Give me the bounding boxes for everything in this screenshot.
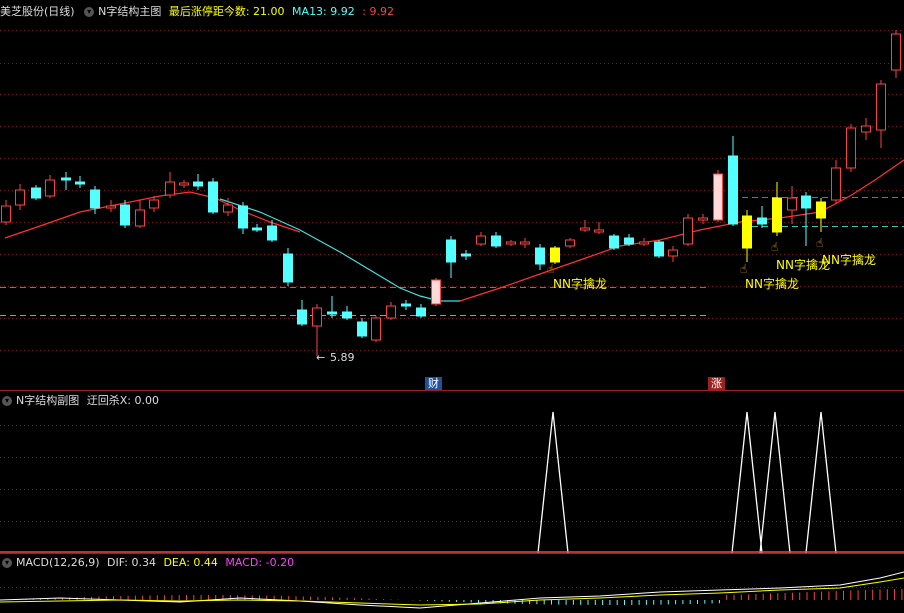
- candlestick-series[interactable]: [1, 30, 901, 356]
- signal-label-4: NN字擒龙: [822, 253, 876, 267]
- hand-pointer-icon: ☝: [771, 240, 779, 254]
- low-price-arrow: ←: [316, 351, 325, 364]
- grid-lines: [0, 30, 904, 588]
- marker-zhang[interactable]: 涨: [708, 377, 725, 390]
- hand-pointer-icon: ☝: [740, 262, 748, 276]
- hand-pointer-icon: ☝: [547, 262, 555, 276]
- macd-dif-line[interactable]: [0, 571, 904, 609]
- ma-line[interactable]: [4, 191, 301, 239]
- signal-label-2: NN字擒龙: [745, 277, 799, 291]
- ma-line-cyan[interactable]: [219, 198, 460, 302]
- sub-chart-signals[interactable]: [537, 411, 837, 554]
- low-price-label: 5.89: [330, 351, 355, 364]
- macd-histogram[interactable]: [3, 588, 903, 605]
- hand-pointer-icon: ☝: [816, 236, 824, 250]
- signal-label-1: NN字擒龙: [553, 277, 607, 291]
- chart-canvas[interactable]: ←: [0, 0, 904, 613]
- marker-cai[interactable]: 财: [425, 377, 442, 390]
